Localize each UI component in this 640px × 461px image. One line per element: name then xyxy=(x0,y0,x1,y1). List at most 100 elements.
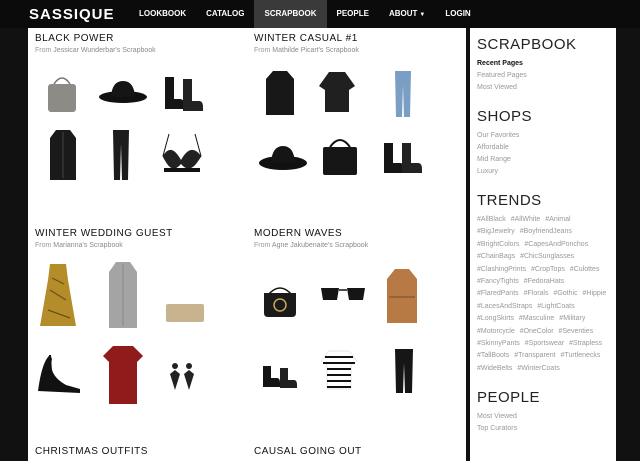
trend-tag-link[interactable]: #Florals xyxy=(524,290,549,297)
trend-tag-link[interactable]: #Gothic xyxy=(553,290,577,297)
card-byline: From Marianna's Scrapbook xyxy=(35,242,173,249)
product-black-coat[interactable] xyxy=(48,128,78,182)
trend-tag-link[interactable]: #ChainBags xyxy=(477,253,515,260)
product-leather-pants[interactable] xyxy=(110,128,132,182)
trend-tag-link[interactable]: #AllBlack xyxy=(477,216,506,223)
trend-tag-link[interactable]: #TallBoots xyxy=(477,352,509,359)
product-camel-coat[interactable] xyxy=(384,266,420,326)
trend-tag-link[interactable]: #LacesAndStraps xyxy=(477,303,532,310)
sidebar-link-luxury[interactable]: Luxury xyxy=(477,166,616,178)
scrapbook-card[interactable]: MODERN WAVES From Agne Jakubenaite's Scr… xyxy=(254,228,368,249)
sidebar-link-most-viewed[interactable]: Most Viewed xyxy=(477,82,616,94)
card-byline: From Mathilde Picart's Scrapbook xyxy=(254,47,359,54)
sidebar-link-people-most-viewed[interactable]: Most Viewed xyxy=(477,411,616,423)
trend-tag-link[interactable]: #CapesAndPonchos xyxy=(524,241,588,248)
trend-tag-link[interactable]: #Masculine xyxy=(519,315,554,322)
product-grey-coat[interactable] xyxy=(106,260,140,330)
trend-tag-link[interactable]: #CropTops xyxy=(531,266,565,273)
product-black-tote-bag[interactable] xyxy=(320,132,360,178)
trend-tag-link[interactable]: #FancyTights xyxy=(477,278,519,285)
nav-item-scrapbook[interactable]: SCRAPBOOK xyxy=(254,0,327,28)
product-ankle-boots[interactable] xyxy=(260,361,300,391)
trend-tag-link[interactable]: #Strapless xyxy=(569,340,602,347)
top-nav-bar: SASSIQUE LOOKBOOK CATALOG SCRAPBOOK PEOP… xyxy=(0,0,640,28)
product-black-blouse[interactable] xyxy=(317,68,357,114)
trend-tag-link[interactable]: #Transparent xyxy=(514,352,555,359)
nav-item-lookbook[interactable]: LOOKBOOK xyxy=(129,0,196,28)
trend-tag-link[interactable]: #Motorcycle xyxy=(477,328,515,335)
trend-tag-link[interactable]: #WideBelts xyxy=(477,365,512,372)
product-black-heels[interactable] xyxy=(36,350,86,396)
byline-prefix: From xyxy=(254,242,271,249)
product-black-hat[interactable] xyxy=(98,76,148,106)
scrapbook-owner-link[interactable]: Mathilde Picart's Scrapbook xyxy=(272,47,359,54)
trend-tag-link[interactable]: #LightCoats xyxy=(537,303,574,310)
trend-tag-link[interactable]: #LongSkirts xyxy=(477,315,514,322)
product-black-boots[interactable] xyxy=(161,72,205,114)
product-gold-dress[interactable] xyxy=(38,260,78,330)
sidebar-heading: SCRAPBOOK xyxy=(477,36,577,53)
trend-tag-link[interactable]: #ChicSunglasses xyxy=(520,253,574,260)
product-lace-bralette[interactable] xyxy=(159,130,205,178)
trend-tag-link[interactable]: #OneColor xyxy=(520,328,554,335)
product-handbag-grey[interactable] xyxy=(43,68,81,116)
nav-item-about[interactable]: ABOUT ▼ xyxy=(379,0,435,28)
product-sunglasses[interactable] xyxy=(318,283,368,305)
sidebar-link-affordable[interactable]: Affordable xyxy=(477,142,616,154)
scrapbook-owner-link[interactable]: Agne Jakubenaite's Scrapbook xyxy=(272,242,368,249)
scrapbook-card[interactable]: CHRISTMAS OUTFITS xyxy=(35,446,148,457)
trend-tag-link[interactable]: #BigJewelry xyxy=(477,228,515,235)
trend-tag-link[interactable]: #BrightColors xyxy=(477,241,519,248)
trend-tag-link[interactable]: #Seventies xyxy=(559,328,594,335)
nav-item-login[interactable]: LOGIN xyxy=(435,0,480,28)
card-title[interactable]: CAUSAL GOING OUT xyxy=(254,446,362,457)
sidebar-link-featured-pages[interactable]: Featured Pages xyxy=(477,70,616,82)
product-black-wool-coat[interactable] xyxy=(264,68,296,118)
nav-item-people[interactable]: PEOPLE xyxy=(327,0,379,28)
sidebar-section-shops: SHOPS Our Favorites Affordable Mid Range… xyxy=(477,108,616,178)
site-logo[interactable]: SASSIQUE xyxy=(29,6,129,23)
product-metallic-clutch[interactable] xyxy=(164,301,206,325)
product-blue-jeans[interactable] xyxy=(392,68,414,120)
scrapbook-card[interactable]: WINTER WEDDING GUEST From Marianna's Scr… xyxy=(35,228,173,249)
trend-tag-link[interactable]: #Hippie xyxy=(583,290,607,297)
scrapbook-card[interactable]: WINTER CASUAL #1 From Mathilde Picart's … xyxy=(254,33,359,54)
product-chelsea-boots[interactable] xyxy=(380,138,424,178)
trend-tag-link[interactable]: #Culottes xyxy=(570,266,600,273)
scrapbook-card[interactable]: BLACK POWER From Jessicar Wunderbar's Sc… xyxy=(35,33,156,54)
scrapbook-owner-link[interactable]: Marianna's Scrapbook xyxy=(53,242,122,249)
card-title[interactable]: BLACK POWER xyxy=(35,33,156,44)
product-red-lace-dress[interactable] xyxy=(100,342,146,408)
trend-tag-link[interactable]: #Military xyxy=(559,315,585,322)
sidebar-link-our-favorites[interactable]: Our Favorites xyxy=(477,130,616,142)
sidebar-link-top-curators[interactable]: Top Curators xyxy=(477,423,616,435)
trend-tag-link[interactable]: #WinterCoats xyxy=(517,365,559,372)
product-black-trousers[interactable] xyxy=(392,346,416,396)
product-statement-earrings[interactable] xyxy=(168,360,196,394)
sidebar-section-trends: TRENDS #AllBlack #AllWhite #Animal #BigJ… xyxy=(477,192,616,375)
sidebar-heading: PEOPLE xyxy=(477,389,541,407)
scrapbook-owner-link[interactable]: Jessicar Wunderbar's Scrapbook xyxy=(53,47,155,54)
product-black-fedora[interactable] xyxy=(258,140,308,174)
sidebar-link-recent-pages[interactable]: Recent Pages xyxy=(477,58,616,70)
trend-tag-link[interactable]: #AllWhite xyxy=(511,216,541,223)
trend-tag-link[interactable]: #SkinnyPants xyxy=(477,340,520,347)
trend-tag-link[interactable]: #Sportswear xyxy=(525,340,564,347)
card-title[interactable]: WINTER CASUAL #1 xyxy=(254,33,359,44)
card-title[interactable]: MODERN WAVES xyxy=(254,228,368,239)
sidebar-link-mid-range[interactable]: Mid Range xyxy=(477,154,616,166)
product-black-saddle-bag[interactable] xyxy=(260,276,300,320)
trend-tag-link[interactable]: #FedoraHats xyxy=(524,278,564,285)
product-striped-top[interactable] xyxy=(318,346,360,392)
trend-tag-link[interactable]: #Turtlenecks xyxy=(561,352,601,359)
card-title[interactable]: CHRISTMAS OUTFITS xyxy=(35,446,148,457)
trend-tag-link[interactable]: #ClashingPrints xyxy=(477,266,526,273)
sidebar-heading: TRENDS xyxy=(477,192,542,209)
scrapbook-card[interactable]: CAUSAL GOING OUT xyxy=(254,446,362,457)
sidebar-section-scrapbook: SCRAPBOOK Recent Pages Featured Pages Mo… xyxy=(477,36,616,94)
nav-item-catalog[interactable]: CATALOG xyxy=(196,0,254,28)
trend-tag-link[interactable]: #BoyfriendJeans xyxy=(520,228,572,235)
card-title[interactable]: WINTER WEDDING GUEST xyxy=(35,228,173,239)
trend-tag-link[interactable]: #Animal xyxy=(545,216,570,223)
trend-tag-link[interactable]: #FlaredPants xyxy=(477,290,519,297)
